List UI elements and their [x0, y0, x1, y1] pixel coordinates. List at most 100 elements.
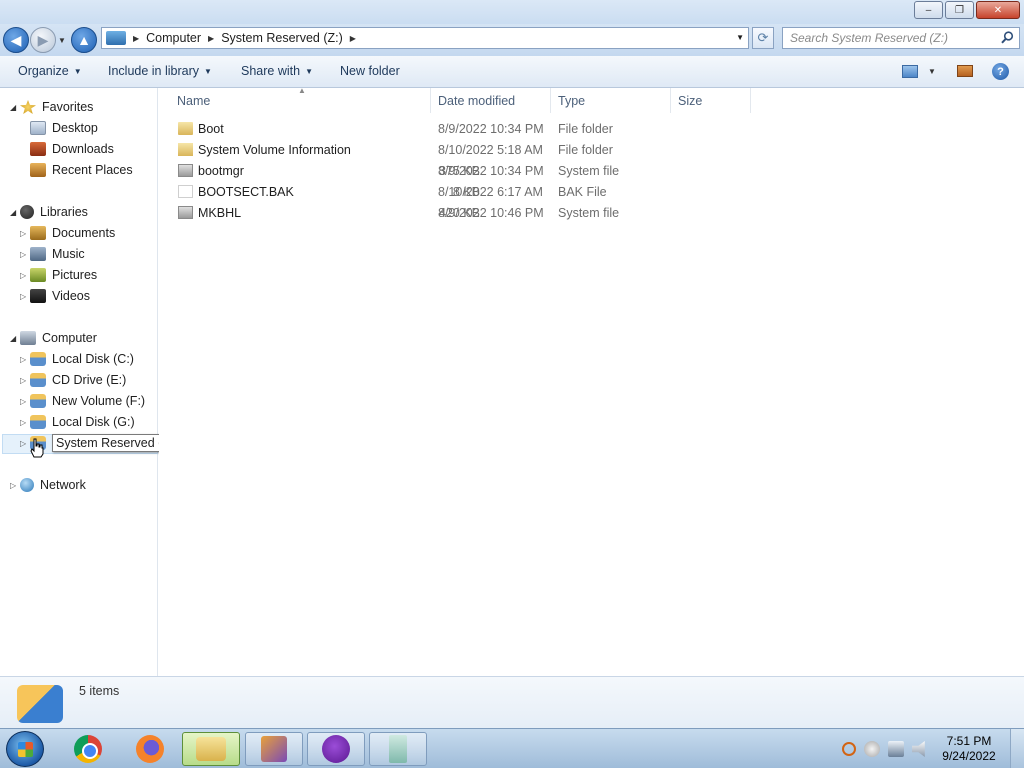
organize-menu[interactable]: Organize ▼ — [18, 64, 82, 78]
taskbar-yahoo-messenger[interactable] — [307, 732, 365, 766]
refresh-icon: ⟳ — [757, 30, 769, 45]
sidebar-item-recent-places[interactable]: Recent Places — [30, 160, 133, 180]
system-file-icon — [178, 164, 193, 177]
help-icon[interactable]: ? — [992, 63, 1009, 80]
sidebar-favorites[interactable]: ◢ Favorites — [10, 97, 93, 117]
show-desktop-button[interactable] — [1010, 729, 1024, 768]
breadcrumb-system-reserved[interactable]: System Reserved (Z:) — [221, 31, 343, 45]
sidebar-item-documents[interactable]: ▷ Documents — [20, 223, 115, 243]
sidebar-item-desktop[interactable]: Desktop — [30, 118, 98, 138]
collapsed-arrow-icon[interactable]: ▷ — [20, 397, 30, 406]
back-button[interactable]: ◀ — [3, 27, 29, 53]
column-header-name[interactable]: Name — [159, 88, 431, 113]
chevron-down-icon: ▼ — [73, 66, 82, 76]
column-header-size[interactable]: Size — [671, 88, 751, 113]
system-tray: 7:51 PM 9/24/2022 — [842, 729, 1024, 768]
preview-pane-icon[interactable] — [957, 65, 973, 77]
taskbar-firefox[interactable] — [121, 732, 179, 766]
sidebar-item-system-reserved-z[interactable]: ▷ System Reserved (Z:) — [20, 433, 182, 453]
start-button[interactable] — [6, 731, 44, 767]
collapsed-arrow-icon[interactable]: ▷ — [20, 376, 30, 385]
clock[interactable]: 7:51 PM 9/24/2022 — [936, 734, 1002, 764]
file-row[interactable]: bootmgr 8/9/2022 10:34 PM System file 37… — [159, 161, 759, 182]
messenger-tray-icon[interactable] — [864, 741, 880, 757]
chevron-right-icon[interactable]: ▶ — [133, 34, 139, 43]
maximize-button[interactable]: ❐ — [945, 1, 974, 19]
search-icon[interactable] — [1001, 31, 1014, 44]
forward-button[interactable]: ▶ — [30, 27, 56, 53]
sidebar-network[interactable]: ▷ Network — [10, 475, 86, 495]
sidebar-item-local-disk-c[interactable]: ▷ Local Disk (C:) — [20, 349, 134, 369]
computer-icon — [20, 331, 36, 345]
volume-tray-icon[interactable] — [912, 741, 925, 757]
sidebar-item-new-volume-f[interactable]: ▷ New Volume (F:) — [20, 391, 145, 411]
sidebar-computer[interactable]: ◢ Computer — [10, 328, 97, 348]
chevron-right-icon[interactable]: ▶ — [350, 34, 356, 43]
collapsed-arrow-icon[interactable]: ▷ — [20, 250, 30, 259]
recent-pages-dropdown-icon[interactable]: ▼ — [58, 36, 66, 45]
breadcrumb-computer[interactable]: Computer — [146, 31, 201, 45]
command-bar: Organize ▼ Include in library ▼ Share with… — [0, 56, 1024, 88]
expanded-arrow-icon[interactable]: ◢ — [10, 334, 20, 343]
sidebar-item-pictures[interactable]: ▷ Pictures — [20, 265, 97, 285]
collapsed-arrow-icon[interactable]: ▷ — [10, 481, 20, 490]
collapsed-arrow-icon[interactable]: ▷ — [20, 292, 30, 301]
view-options-dropdown-icon[interactable]: ▼ — [928, 67, 936, 76]
collapsed-arrow-icon[interactable]: ▷ — [20, 271, 30, 280]
taskbar-explorer[interactable] — [182, 732, 240, 766]
sidebar-item-label: Desktop — [52, 121, 98, 135]
file-size: 375 KB — [438, 164, 480, 178]
collapsed-arrow-icon[interactable]: ▷ — [20, 355, 30, 364]
sidebar-item-videos[interactable]: ▷ Videos — [20, 286, 90, 306]
new-folder-button[interactable]: New folder — [340, 64, 400, 78]
clock-time: 7:51 PM — [946, 734, 992, 748]
include-in-library-menu[interactable]: Include in library ▼ — [108, 64, 212, 78]
expanded-arrow-icon[interactable]: ◢ — [10, 103, 20, 112]
music-library-icon — [30, 247, 46, 261]
change-view-icon[interactable] — [902, 65, 918, 78]
refresh-button[interactable]: ⟳ — [752, 27, 774, 49]
title-bar: ‒ ❐ ✕ — [0, 0, 1024, 26]
collapsed-arrow-icon[interactable]: ▷ — [20, 439, 30, 448]
file-type: File folder — [558, 143, 613, 157]
chevron-down-icon: ▼ — [204, 66, 212, 76]
sidebar-item-local-disk-g[interactable]: ▷ Local Disk (G:) — [20, 412, 135, 432]
column-header-label: Size — [678, 93, 703, 108]
file-size: 8 KB — [452, 185, 480, 199]
sidebar-item-label: Videos — [52, 289, 90, 303]
search-input[interactable] — [790, 31, 995, 45]
address-bar[interactable]: ▶ Computer ▶ System Reserved (Z:) ▶ ▼ — [101, 27, 749, 49]
column-header-type[interactable]: Type — [551, 88, 671, 113]
sidebar-item-cd-drive-e[interactable]: ▷ CD Drive (E:) — [20, 370, 126, 390]
file-row[interactable]: Boot 8/9/2022 10:34 PM File folder — [159, 119, 759, 140]
taskbar-window[interactable] — [369, 732, 427, 766]
up-button[interactable]: ▲ — [71, 27, 97, 53]
column-header-date-modified[interactable]: Date modified — [431, 88, 551, 113]
file-row[interactable]: System Volume Information 8/10/2022 5:18… — [159, 140, 759, 161]
sidebar-item-label: Pictures — [52, 268, 98, 282]
taskbar-media-app[interactable] — [245, 732, 303, 766]
collapsed-arrow-icon[interactable]: ▷ — [20, 229, 30, 238]
magnifier-tray-icon[interactable] — [842, 742, 856, 756]
minimize-button[interactable]: ‒ — [914, 1, 943, 19]
share-with-menu[interactable]: Share with ▼ — [241, 64, 313, 78]
file-row[interactable]: BOOTSECT.BAK 8/10/2022 6:17 AM BAK File … — [159, 182, 759, 203]
collapsed-arrow-icon[interactable]: ▷ — [20, 418, 30, 427]
navigation-pane: ◢ Favorites Desktop Downloads Recent Pla… — [0, 88, 182, 676]
sidebar-libraries[interactable]: ◢ Libraries — [10, 202, 88, 222]
search-box[interactable] — [782, 27, 1020, 49]
firefox-icon — [136, 735, 164, 763]
sidebar-item-label: CD Drive (E:) — [52, 373, 127, 387]
network-tray-icon[interactable] — [888, 741, 904, 757]
close-button[interactable]: ✕ — [976, 1, 1020, 19]
expanded-arrow-icon[interactable]: ◢ — [10, 208, 20, 217]
file-row[interactable]: MKBHL 8/9/2022 10:46 PM System file 420 … — [159, 203, 759, 224]
sidebar-item-downloads[interactable]: Downloads — [30, 139, 114, 159]
favorites-star-icon — [20, 100, 36, 114]
sidebar-computer-label: Computer — [42, 331, 97, 345]
back-arrow-icon: ◀ — [10, 31, 22, 48]
chevron-right-icon[interactable]: ▶ — [208, 34, 214, 43]
sidebar-item-music[interactable]: ▷ Music — [20, 244, 85, 264]
address-history-dropdown-icon[interactable]: ▼ — [736, 33, 744, 42]
taskbar-chrome[interactable] — [59, 732, 117, 766]
